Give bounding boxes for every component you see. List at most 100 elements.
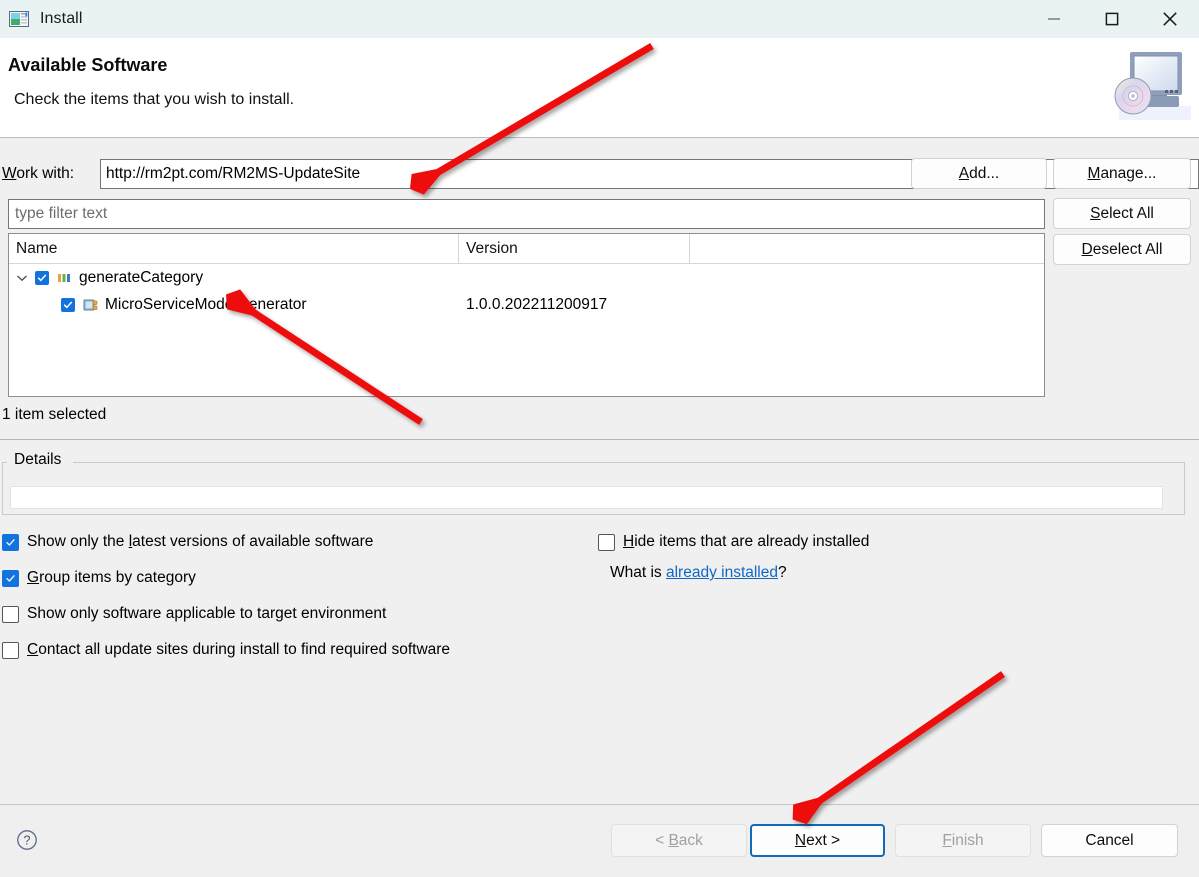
row-name: MicroServiceModelGenerator bbox=[105, 295, 307, 313]
option-label: Contact all update sites during install … bbox=[27, 641, 450, 659]
manage-mnemonic: M bbox=[1087, 164, 1101, 182]
next-label-post: ext > bbox=[806, 831, 841, 849]
deselect-all-label-rest: eselect All bbox=[1092, 240, 1163, 258]
checkbox[interactable] bbox=[2, 533, 19, 551]
tree-header: Name Version bbox=[9, 234, 1044, 264]
deselect-all-mnemonic: D bbox=[1081, 240, 1093, 258]
feature-plugin-icon bbox=[83, 299, 98, 310]
chevron-down-icon bbox=[17, 275, 27, 281]
back-mnemonic: B bbox=[668, 831, 679, 849]
table-row[interactable]: MicroServiceModelGenerator 1.0.0.2022112… bbox=[9, 291, 1044, 318]
check-icon bbox=[63, 301, 73, 308]
finish-mnemonic: F bbox=[942, 831, 952, 849]
option-label-post: atest versions of available software bbox=[132, 533, 374, 550]
window-title: Install bbox=[40, 10, 83, 27]
details-text-area bbox=[10, 486, 1163, 509]
already-installed-link[interactable]: already installed bbox=[666, 564, 778, 581]
table-row[interactable]: generateCategory bbox=[9, 264, 1044, 291]
minimize-button[interactable] bbox=[1025, 0, 1083, 38]
what-is-already-installed: What is already installed? bbox=[610, 560, 1158, 582]
back-label-post: ack bbox=[678, 831, 703, 849]
option-label: Hide items that are already installed bbox=[623, 533, 869, 551]
select-all-label-rest: elect All bbox=[1100, 204, 1154, 222]
option-label: Show only the latest versions of availab… bbox=[27, 533, 373, 551]
option-label-pre: Show only the bbox=[27, 533, 129, 550]
next-button[interactable]: Next > bbox=[750, 824, 885, 857]
filter-input[interactable]: type filter text bbox=[8, 199, 1045, 229]
checkbox[interactable] bbox=[2, 605, 19, 623]
manage-label-rest: anage... bbox=[1100, 164, 1157, 182]
cancel-label: Cancel bbox=[1085, 831, 1134, 849]
category-icon bbox=[58, 273, 70, 282]
finish-label-post: inish bbox=[951, 831, 984, 849]
maximize-button[interactable] bbox=[1083, 0, 1141, 38]
work-with-value: http://rm2pt.com/RM2MS-UpdateSite bbox=[106, 165, 361, 182]
option-label-post: roup items by category bbox=[39, 569, 196, 586]
details-group-label: Details bbox=[10, 451, 66, 469]
column-header-name[interactable]: Name bbox=[9, 234, 459, 263]
minimize-icon bbox=[1048, 18, 1060, 20]
option-mnemonic: S bbox=[27, 605, 38, 622]
window-controls bbox=[1025, 0, 1199, 38]
wizard-banner: Available Software Check the items that … bbox=[0, 38, 1199, 138]
select-all-mnemonic: S bbox=[1090, 204, 1101, 222]
option-label-post: how only software applicable to target e… bbox=[37, 605, 387, 622]
cancel-button[interactable]: Cancel bbox=[1041, 824, 1178, 857]
option-label-post: ontact all update sites during install t… bbox=[38, 641, 451, 658]
check-icon bbox=[37, 274, 47, 281]
work-with-label: Work with: bbox=[0, 165, 100, 183]
page-subtitle: Check the items that you wish to install… bbox=[14, 91, 295, 108]
row-name: generateCategory bbox=[79, 268, 204, 286]
svg-text:?: ? bbox=[24, 834, 31, 848]
column-header-filler bbox=[690, 234, 1044, 263]
install-dialog: Install Available Software Check the ite… bbox=[0, 0, 1199, 877]
horizontal-separator bbox=[0, 439, 1199, 440]
expand-toggle[interactable] bbox=[9, 274, 35, 282]
add-label-rest: dd... bbox=[969, 164, 1000, 182]
page-title: Available Software bbox=[8, 55, 168, 75]
option-mnemonic: G bbox=[27, 569, 40, 586]
option-label-post: ide items that are already installed bbox=[634, 533, 870, 550]
computer-disc-icon bbox=[1114, 52, 1191, 120]
checkbox[interactable] bbox=[2, 569, 19, 587]
row-checkbox[interactable] bbox=[35, 270, 49, 285]
check-icon bbox=[6, 574, 15, 582]
finish-button[interactable]: Finish bbox=[895, 824, 1031, 857]
maximize-icon bbox=[1105, 12, 1119, 26]
checkbox[interactable] bbox=[598, 533, 615, 551]
work-with-label-rest: ork with: bbox=[16, 165, 75, 182]
options-right-column: Hide items that are already installed Wh… bbox=[598, 524, 1158, 582]
next-mnemonic: N bbox=[794, 831, 807, 849]
option-hide-already-installed[interactable]: Hide items that are already installed bbox=[598, 524, 1158, 560]
selection-status: 1 item selected bbox=[2, 406, 107, 423]
available-software-tree[interactable]: Name Version generateCategory MicroServi… bbox=[8, 233, 1045, 397]
manage-sites-button[interactable]: Manage... bbox=[1053, 158, 1191, 189]
option-label: Group items by category bbox=[27, 569, 196, 587]
help-icon[interactable]: ? bbox=[16, 829, 38, 851]
back-label-pre: < bbox=[655, 831, 669, 849]
select-all-button[interactable]: Select All bbox=[1053, 198, 1191, 229]
title-bar: Install bbox=[0, 0, 1199, 38]
dialog-body: Work with: http://rm2pt.com/RM2MS-Update… bbox=[0, 138, 1199, 804]
what-is-suffix: ? bbox=[778, 564, 787, 581]
option-mnemonic: H bbox=[623, 533, 635, 550]
checkbox[interactable] bbox=[2, 641, 19, 659]
deselect-all-button[interactable]: Deselect All bbox=[1053, 234, 1191, 265]
dialog-footer: ? < Back Next > Finish Cancel bbox=[0, 804, 1199, 877]
option-label: Show only software applicable to target … bbox=[27, 605, 386, 623]
what-is-prefix: What is bbox=[610, 564, 666, 581]
add-site-button[interactable]: Add... bbox=[911, 158, 1047, 189]
filter-placeholder: type filter text bbox=[15, 205, 108, 222]
add-mnemonic: A bbox=[958, 164, 970, 182]
close-icon bbox=[1163, 12, 1177, 26]
option-contact-all-update-sites[interactable]: Contact all update sites during install … bbox=[2, 632, 1192, 668]
details-group: Details bbox=[2, 451, 1185, 515]
option-show-applicable-to-target[interactable]: Show only software applicable to target … bbox=[2, 596, 1192, 632]
check-icon bbox=[6, 538, 15, 546]
row-checkbox[interactable] bbox=[61, 297, 75, 312]
back-button[interactable]: < Back bbox=[611, 824, 747, 857]
column-header-version[interactable]: Version bbox=[459, 234, 690, 263]
work-with-mnemonic: W bbox=[2, 165, 17, 182]
close-button[interactable] bbox=[1141, 0, 1199, 38]
row-version: 1.0.0.202211200917 bbox=[466, 295, 608, 313]
